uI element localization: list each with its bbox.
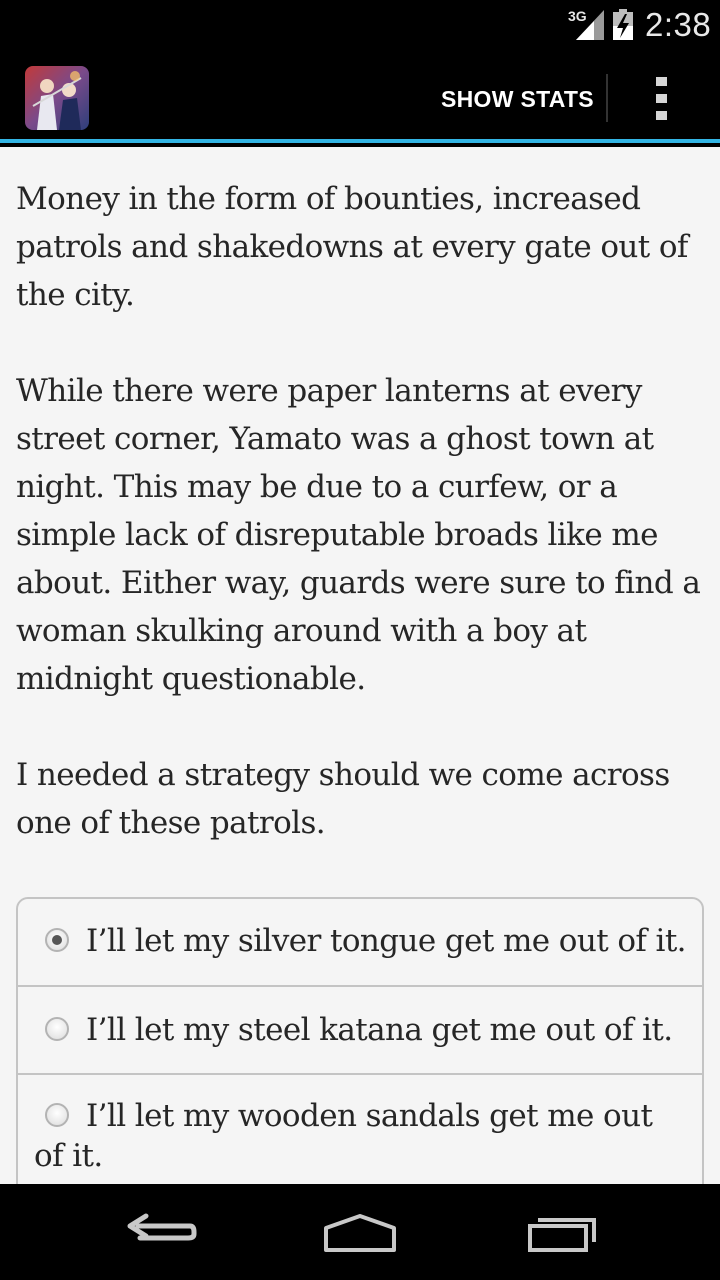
story-paragraph: While there were paper lanterns at every… xyxy=(16,373,701,697)
choice-label: I’ll let my silver tongue get me out of … xyxy=(86,923,687,959)
overflow-menu-icon[interactable] xyxy=(656,77,670,121)
battery-charging-icon xyxy=(613,9,633,40)
clock: 2:38 xyxy=(645,6,712,43)
story-paragraph: Money in the form of bounties, increased… xyxy=(16,181,688,313)
story-paragraph: I needed a strategy should we come acros… xyxy=(16,757,670,841)
choice-label: I’ll let my steel katana get me out of i… xyxy=(86,1012,673,1048)
action-bar: SHOW STATS xyxy=(0,50,720,143)
radio-button[interactable] xyxy=(45,1017,69,1041)
signal-icon xyxy=(576,10,604,40)
recent-apps-icon[interactable] xyxy=(520,1208,600,1258)
navigation-bar xyxy=(0,1184,720,1280)
story-content: Money in the form of bounties, increased… xyxy=(0,147,720,1184)
choice-label: I’ll let my wooden sandals get me out of… xyxy=(34,1098,653,1174)
choice-option[interactable]: I’ll let my steel katana get me out of i… xyxy=(18,987,702,1075)
radio-button-selected[interactable] xyxy=(45,928,69,952)
choice-list: I’ll let my silver tongue get me out of … xyxy=(16,897,704,1184)
back-icon[interactable] xyxy=(120,1208,200,1258)
story-text: Money in the form of bounties, increased… xyxy=(16,175,716,895)
choice-option[interactable]: I’ll let my silver tongue get me out of … xyxy=(18,899,702,987)
status-bar: 3G 2:38 xyxy=(0,0,720,50)
action-divider xyxy=(606,74,608,122)
show-stats-button[interactable]: SHOW STATS xyxy=(441,86,594,113)
home-icon[interactable] xyxy=(320,1208,400,1258)
choice-option[interactable]: I’ll let my wooden sandals get me out of… xyxy=(18,1075,702,1184)
app-icon[interactable] xyxy=(25,66,89,130)
